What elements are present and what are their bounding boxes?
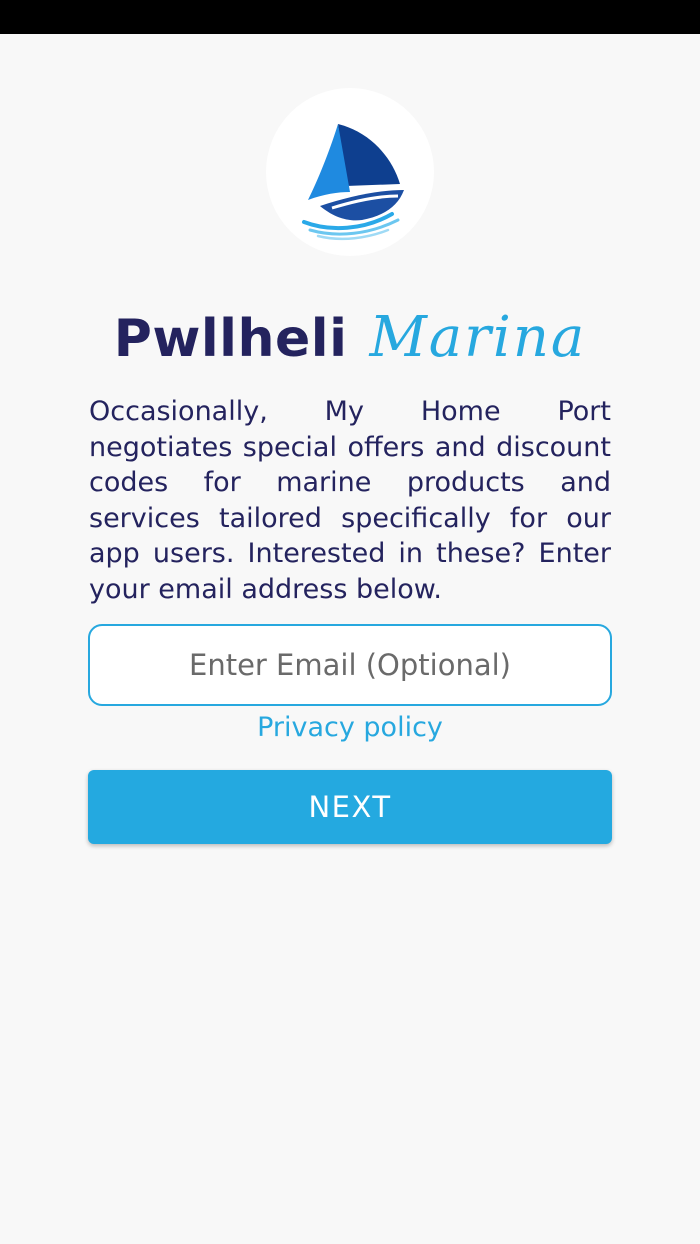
brand-title: Pwllheli Marina	[0, 305, 700, 385]
next-button[interactable]: NEXT	[88, 770, 612, 844]
email-field[interactable]	[88, 624, 612, 706]
brand-name-script: Marina	[369, 305, 587, 370]
offers-description: Occasionally, My Home Port negotiates sp…	[89, 396, 611, 605]
sailboat-logo-graphic	[302, 124, 404, 241]
status-bar	[0, 0, 700, 34]
brand-name-main: Pwllheli	[113, 309, 348, 369]
sailboat-logo-icon	[266, 88, 434, 256]
privacy-policy-link[interactable]: Privacy policy	[0, 712, 700, 743]
